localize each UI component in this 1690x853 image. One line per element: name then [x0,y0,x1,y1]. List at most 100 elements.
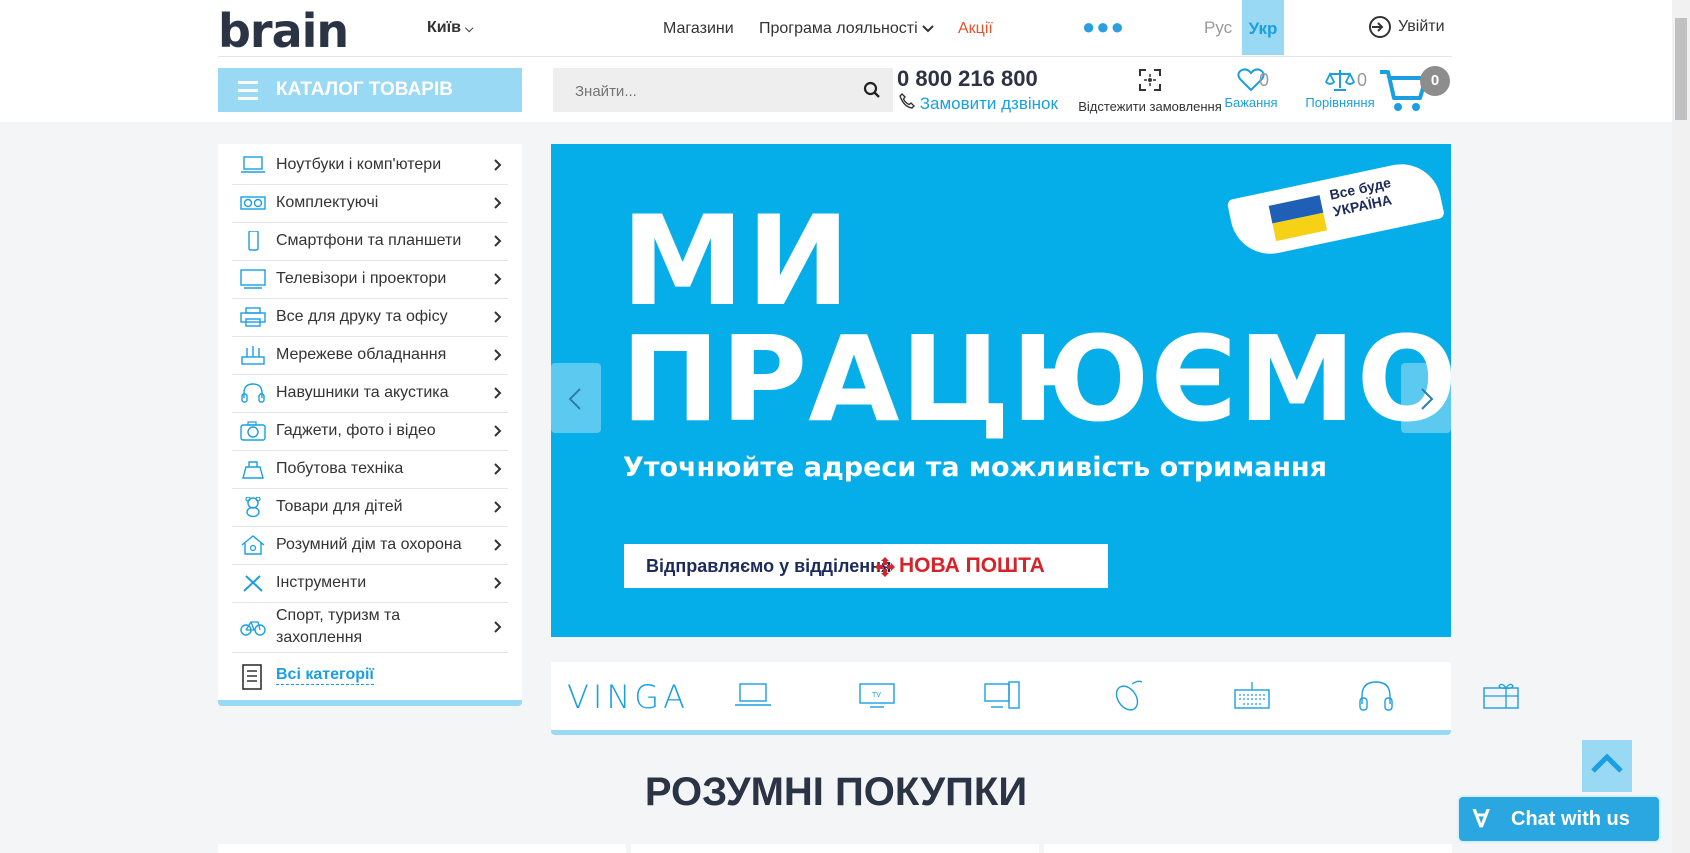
track-order[interactable]: Відстежити замовлення [1078,68,1222,114]
scroll-to-top-button[interactable] [1582,740,1632,792]
search-box [553,68,893,114]
smart-home-icon [241,535,265,555]
chevron-down-icon [922,25,934,33]
keyboard-icon[interactable] [1233,680,1271,712]
chevron-right-icon [494,349,502,361]
chat-widget-button[interactable]: ∀ Chat with us [1457,795,1661,843]
category-item[interactable]: Мережеве обладнання [232,336,508,375]
category-label: Навушники та акустика [276,384,449,401]
camera-icon [240,421,266,441]
category-label: Мережеве обладнання [276,346,447,363]
brain-logo[interactable]: brain [218,4,349,58]
search-input[interactable] [553,68,857,114]
section-title: РОЗУМНІ ПОКУПКИ [644,770,1028,814]
callback-label: Замовити дзвінок [919,94,1058,113]
category-item[interactable]: Інструменти [232,564,508,603]
slider-next-button[interactable] [1401,363,1451,433]
category-label: Спорт, туризм та захоплення [276,607,401,646]
nav-stores[interactable]: Магазини [663,20,734,38]
compare-label: Порівняння [1305,95,1375,110]
headphones-icon[interactable] [1357,680,1395,712]
header-divider [218,56,1452,57]
category-label: Товари для дітей [276,498,403,515]
hamburger-icon [238,81,258,100]
nova-poshta-strip: Відправляємо у відділення НОВА ПОШТА [624,544,1108,588]
slider-prev-button[interactable] [551,363,601,433]
nav-loyalty-label: Програма лояльності [759,20,918,37]
printer-icon [240,307,266,327]
promo-card[interactable] [631,844,1039,853]
category-item[interactable]: Смартфони та планшети [232,222,508,261]
track-order-label: Відстежити замовлення [1078,99,1222,114]
book-icon [242,664,262,690]
tv-icon [240,269,266,289]
headphones-icon [241,383,265,403]
tv-icon[interactable]: TV [858,680,896,710]
category-item[interactable]: Гаджети, фото і відео [232,412,508,451]
chevron-left-icon [568,388,581,410]
category-item[interactable]: Телевізори і проектори [232,260,508,299]
gift-card-icon[interactable] [1482,682,1520,712]
page-scrollbar[interactable] [1672,0,1690,853]
vinga-logo[interactable]: VINGA [567,678,689,716]
router-icon [241,346,265,365]
category-item[interactable]: Побутова техніка [232,450,508,489]
phone-icon [899,93,915,109]
banner-subtitle: Уточнюйте адреси та можливість отримання [623,452,1328,483]
login-link[interactable]: Увійти [1368,15,1445,39]
city-selector[interactable]: Київ ⌵ [427,19,473,37]
catalog-button[interactable]: КАТАЛОГ ТОВАРІВ [218,68,522,112]
callback-link[interactable]: Замовити дзвінок [899,93,1058,114]
promo-card[interactable] [1044,844,1452,853]
promo-banner[interactable]: МИ ПРАЦЮЄМО Уточнюйте адреси та можливіс… [551,144,1451,637]
chevron-right-icon [494,425,502,437]
chat-icon: ∀ [1473,806,1490,833]
category-label: Інструменти [276,574,367,591]
ukraine-badge: Все буде УКРАЇНА [1225,149,1447,271]
category-item[interactable]: Товари для дітей [232,488,508,527]
desktop-pc-icon[interactable] [983,680,1021,710]
chevron-right-icon [494,387,502,399]
chevron-right-icon [494,539,502,551]
search-icon[interactable] [863,81,881,99]
cart[interactable]: 0 [1378,66,1450,119]
svg-text:TV: TV [872,692,881,699]
tools-icon [243,575,263,592]
chevron-up-icon [1591,753,1623,773]
category-item[interactable]: Все для друку та офісу [232,298,508,337]
wishlist[interactable]: Бажання [1224,68,1278,110]
login-icon [1369,16,1391,38]
phone-number[interactable]: 0 800 216 800 [897,66,1038,92]
lang-ru[interactable]: Рус [1204,18,1232,38]
category-label: Побутова техніка [276,460,404,477]
promo-card[interactable] [218,844,626,853]
wishlist-label: Бажання [1224,95,1278,110]
mouse-icon[interactable] [1108,680,1146,712]
teddy-bear-icon [245,497,261,517]
chevron-right-icon [494,197,502,209]
chevron-right-icon [494,621,502,633]
chevron-down-icon: ⌵ [464,23,474,35]
nav-loyalty[interactable]: Програма лояльності [759,20,934,38]
wishlist-count: 0 [1259,70,1270,90]
category-item[interactable]: Ноутбуки і комп'ютери [232,146,508,185]
all-categories-link[interactable]: Всі категорії [232,658,508,694]
category-label: Комплектуючі [276,194,379,211]
laptop-icon[interactable] [734,680,772,710]
chevron-right-icon [1421,388,1434,410]
category-item[interactable]: Комплектуючі [232,184,508,223]
category-item[interactable]: Спорт, туризм та захоплення [232,602,508,653]
nav-promotions[interactable]: Акції [958,20,993,38]
category-item[interactable]: Навушники та акустика [232,374,508,413]
nova-poshta-logo-icon [875,557,895,577]
gpu-icon [240,196,266,210]
category-item[interactable]: Розумний дім та охорона [232,526,508,565]
np-text: Відправляємо у відділення [646,556,892,576]
track-order-icon [1139,69,1161,91]
chevron-right-icon [494,273,502,285]
scales-icon [1324,70,1356,91]
banner-title-line2: ПРАЦЮЄМО [621,310,1451,448]
scrollbar-thumb[interactable] [1675,18,1687,120]
lang-uk[interactable]: Укр [1242,0,1284,55]
more-menu-icon[interactable]: ●●● [1082,14,1125,40]
